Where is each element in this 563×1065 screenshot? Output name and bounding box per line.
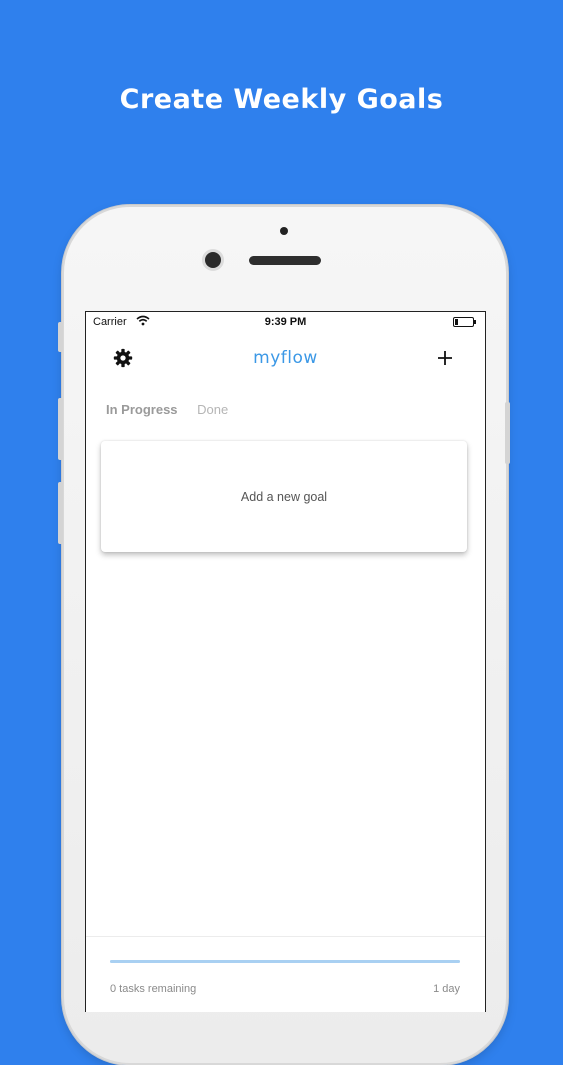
tasks-remaining: 0 tasks remaining	[110, 983, 197, 995]
days-left: 1 day	[433, 983, 460, 995]
status-bar: Carrier 9:39 PM	[86, 312, 485, 332]
add-goal-label: Add a new goal	[240, 489, 328, 504]
plus-icon[interactable]	[435, 348, 455, 368]
proximity-sensor	[280, 227, 288, 235]
phone-volume-down	[58, 482, 63, 544]
progress-fill	[110, 960, 460, 963]
phone-power-button	[505, 402, 510, 464]
tab-bar: In Progress Done	[106, 402, 244, 417]
headline: Create Weekly Goals	[119, 84, 444, 115]
earpiece-speaker	[249, 256, 321, 265]
add-goal-card[interactable]: Add a new goal	[101, 441, 467, 552]
tab-done[interactable]: Done	[197, 402, 228, 417]
app-screen: Carrier 9:39 PM myflow In Progress Done …	[85, 311, 486, 1012]
phone-volume-up	[58, 398, 63, 460]
nav-bar: myflow	[86, 340, 485, 380]
progress-bar	[110, 960, 460, 963]
front-camera	[205, 252, 221, 268]
footer-divider	[86, 936, 485, 937]
phone-mute-switch	[58, 322, 63, 352]
app-brand: myflow	[253, 348, 318, 368]
status-time: 9:39 PM	[264, 316, 307, 328]
tab-in-progress[interactable]: In Progress	[106, 402, 178, 417]
battery-icon	[453, 317, 476, 327]
